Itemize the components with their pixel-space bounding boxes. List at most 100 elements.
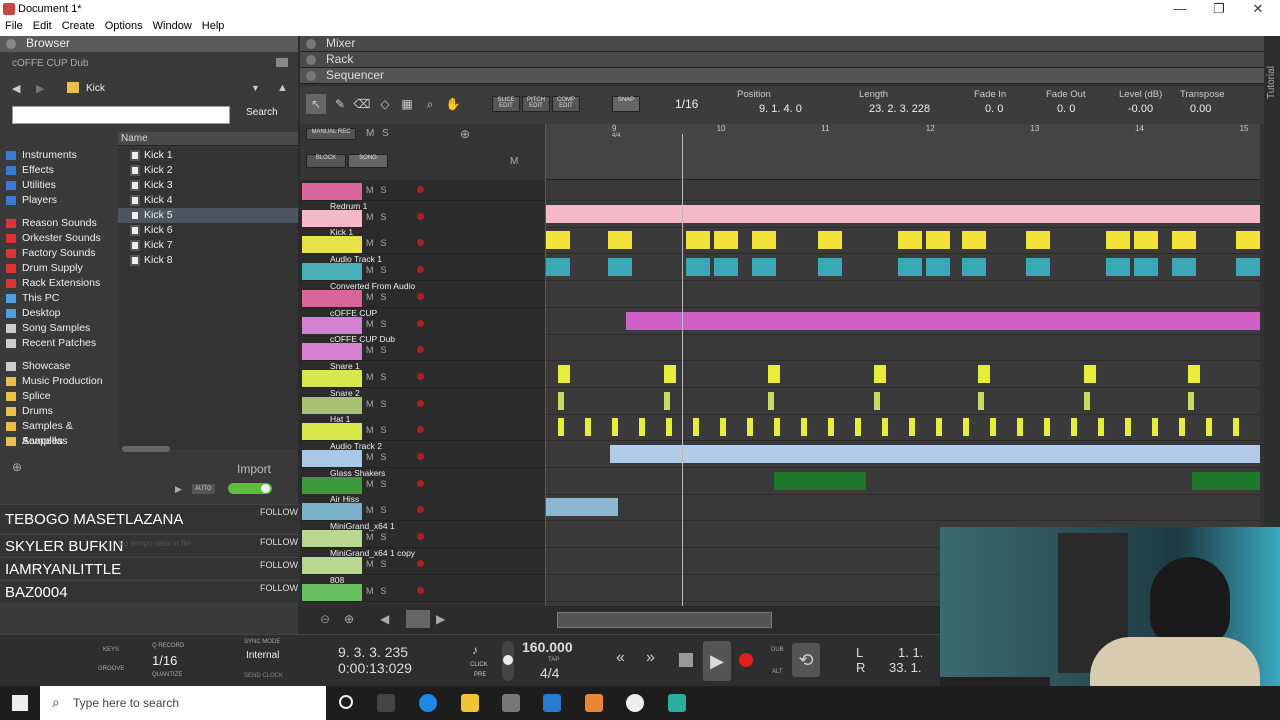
follow-button[interactable]: FOLLOW <box>260 507 298 517</box>
file-item[interactable]: Kick 1 <box>118 148 298 163</box>
track-color-strip[interactable] <box>302 236 362 254</box>
track-color-strip[interactable] <box>302 343 362 361</box>
kick-clip[interactable] <box>1106 231 1130 250</box>
track-color-strip[interactable] <box>302 209 362 227</box>
close-button[interactable]: ✕ <box>1238 1 1278 17</box>
hat-clip[interactable] <box>720 418 726 437</box>
mute-solo-buttons[interactable]: MS <box>366 185 394 195</box>
kick-clip[interactable] <box>546 231 570 250</box>
hat-clip[interactable] <box>828 418 834 437</box>
track-row[interactable]: cOFFE CUP Dub MS <box>300 334 545 362</box>
mute-solo-buttons[interactable]: MS <box>366 479 394 489</box>
hat-clip[interactable] <box>1152 418 1158 437</box>
track-row[interactable]: Hat 1 MS <box>300 414 545 442</box>
kick-clip[interactable] <box>926 231 950 250</box>
snare-clip[interactable] <box>874 364 886 383</box>
follow-button[interactable]: FOLLOW <box>260 537 298 547</box>
click-level-slider[interactable] <box>502 641 514 681</box>
playhead[interactable] <box>682 134 683 606</box>
slice-edit-button[interactable]: SLICE EDIT <box>492 96 520 112</box>
left-locator-value[interactable]: 1. 1. <box>898 645 923 660</box>
zoom-in-icon[interactable]: ⊕ <box>344 612 354 626</box>
auto-button[interactable]: AUTO <box>192 484 215 494</box>
hat-clip[interactable] <box>1071 418 1077 437</box>
file-item[interactable]: Kick 8 <box>118 253 298 268</box>
hat-clip[interactable] <box>558 418 564 437</box>
add-icon[interactable]: ⊕ <box>12 460 22 474</box>
stop-icon[interactable] <box>679 653 693 667</box>
location-item[interactable]: Rack Extensions <box>0 276 118 291</box>
preview-volume-slider[interactable] <box>228 483 272 494</box>
right-locator-value[interactable]: 33. 1. <box>889 660 922 675</box>
search-input[interactable] <box>12 106 230 124</box>
location-item[interactable]: Drums <box>0 404 118 419</box>
track-row[interactable]: MS <box>300 180 545 201</box>
length-value[interactable]: 23. 2. 3. 228 <box>869 103 930 115</box>
hat-clip[interactable] <box>693 418 699 437</box>
reason-app-icon[interactable] <box>585 694 603 712</box>
snare2-clip[interactable] <box>768 391 774 410</box>
magnify-tool-icon[interactable]: ⌕ <box>420 94 440 114</box>
hat-clip[interactable] <box>1017 418 1023 437</box>
track-color-strip[interactable] <box>302 556 362 574</box>
audio-clip[interactable] <box>898 258 922 277</box>
section-mixer[interactable]: Mixer <box>300 36 1264 52</box>
location-item[interactable]: Song Samples <box>0 321 118 336</box>
hand-tool-icon[interactable]: ✋ <box>443 94 463 114</box>
hat-clip[interactable] <box>990 418 996 437</box>
hat-clip[interactable] <box>1206 418 1212 437</box>
location-item[interactable]: Drum Supply <box>0 261 118 276</box>
file-explorer-icon[interactable] <box>461 694 479 712</box>
hat-clip[interactable] <box>882 418 888 437</box>
track-row[interactable]: Snare 2 MS <box>300 387 545 415</box>
itunes-icon[interactable] <box>626 694 644 712</box>
tutorial-tab[interactable]: Tutorial <box>1266 66 1278 99</box>
menu-options[interactable]: Options <box>100 18 148 32</box>
kick-clip[interactable] <box>962 231 986 250</box>
mail-icon[interactable] <box>543 694 561 712</box>
hat-clip[interactable] <box>909 418 915 437</box>
task-view-icon[interactable] <box>377 694 395 712</box>
menu-file[interactable]: File <box>0 18 28 32</box>
record-enable-icon[interactable] <box>417 186 424 193</box>
snare-clip[interactable] <box>768 364 780 383</box>
hat-clip[interactable] <box>639 418 645 437</box>
forward-arrow-icon[interactable]: ▶ <box>36 82 44 95</box>
edge-icon[interactable] <box>419 694 437 712</box>
audio-clip[interactable] <box>926 258 950 277</box>
audio-clip[interactable] <box>546 258 570 277</box>
record-enable-icon[interactable] <box>417 372 424 380</box>
record-enable-icon[interactable] <box>417 453 424 460</box>
snap-value[interactable]: 1/16 <box>675 97 698 111</box>
glass-shakers-clip[interactable] <box>1192 471 1260 490</box>
track-row[interactable]: Air Hiss MS <box>300 494 545 522</box>
track-row[interactable]: Glass Shakers MS <box>300 467 545 495</box>
track-row[interactable]: Audio Track 1 MS <box>300 254 545 282</box>
track-name[interactable]: Snare 1 <box>330 361 360 371</box>
snap-button[interactable]: SNAP <box>612 96 640 112</box>
track-name[interactable]: Hat 1 <box>330 414 350 424</box>
kick-clip[interactable] <box>752 231 776 250</box>
location-item[interactable]: Utilities <box>0 178 118 193</box>
play-icon[interactable]: ▶ <box>703 641 731 681</box>
track-color-strip[interactable] <box>302 530 362 548</box>
track-name[interactable]: Kick 1 <box>330 227 353 237</box>
menu-window[interactable]: Window <box>148 18 197 32</box>
mute-tool-icon[interactable]: ▦ <box>397 94 417 114</box>
mute-solo-buttons[interactable]: MS <box>366 399 394 409</box>
kick-clip[interactable] <box>714 231 738 250</box>
pitch-edit-button[interactable]: PITCH EDIT <box>522 96 550 112</box>
position-value[interactable]: 9. 1. 4. 0 <box>759 103 802 115</box>
mute-solo-buttons[interactable]: MS <box>366 265 394 275</box>
track-lane[interactable] <box>546 281 1260 308</box>
file-item[interactable]: Kick 6 <box>118 223 298 238</box>
audio-clip[interactable] <box>752 258 776 277</box>
minimize-button[interactable]: — <box>1160 1 1200 16</box>
name-column-header[interactable]: Name <box>118 132 298 146</box>
taskbar-search[interactable]: ⌕ Type here to search <box>40 686 326 720</box>
record-enable-icon[interactable] <box>417 266 424 274</box>
kick-clip[interactable] <box>818 231 842 250</box>
record-enable-icon[interactable] <box>417 426 424 434</box>
snare-clip[interactable] <box>664 364 676 383</box>
location-item[interactable]: Recent Patches <box>0 336 118 351</box>
